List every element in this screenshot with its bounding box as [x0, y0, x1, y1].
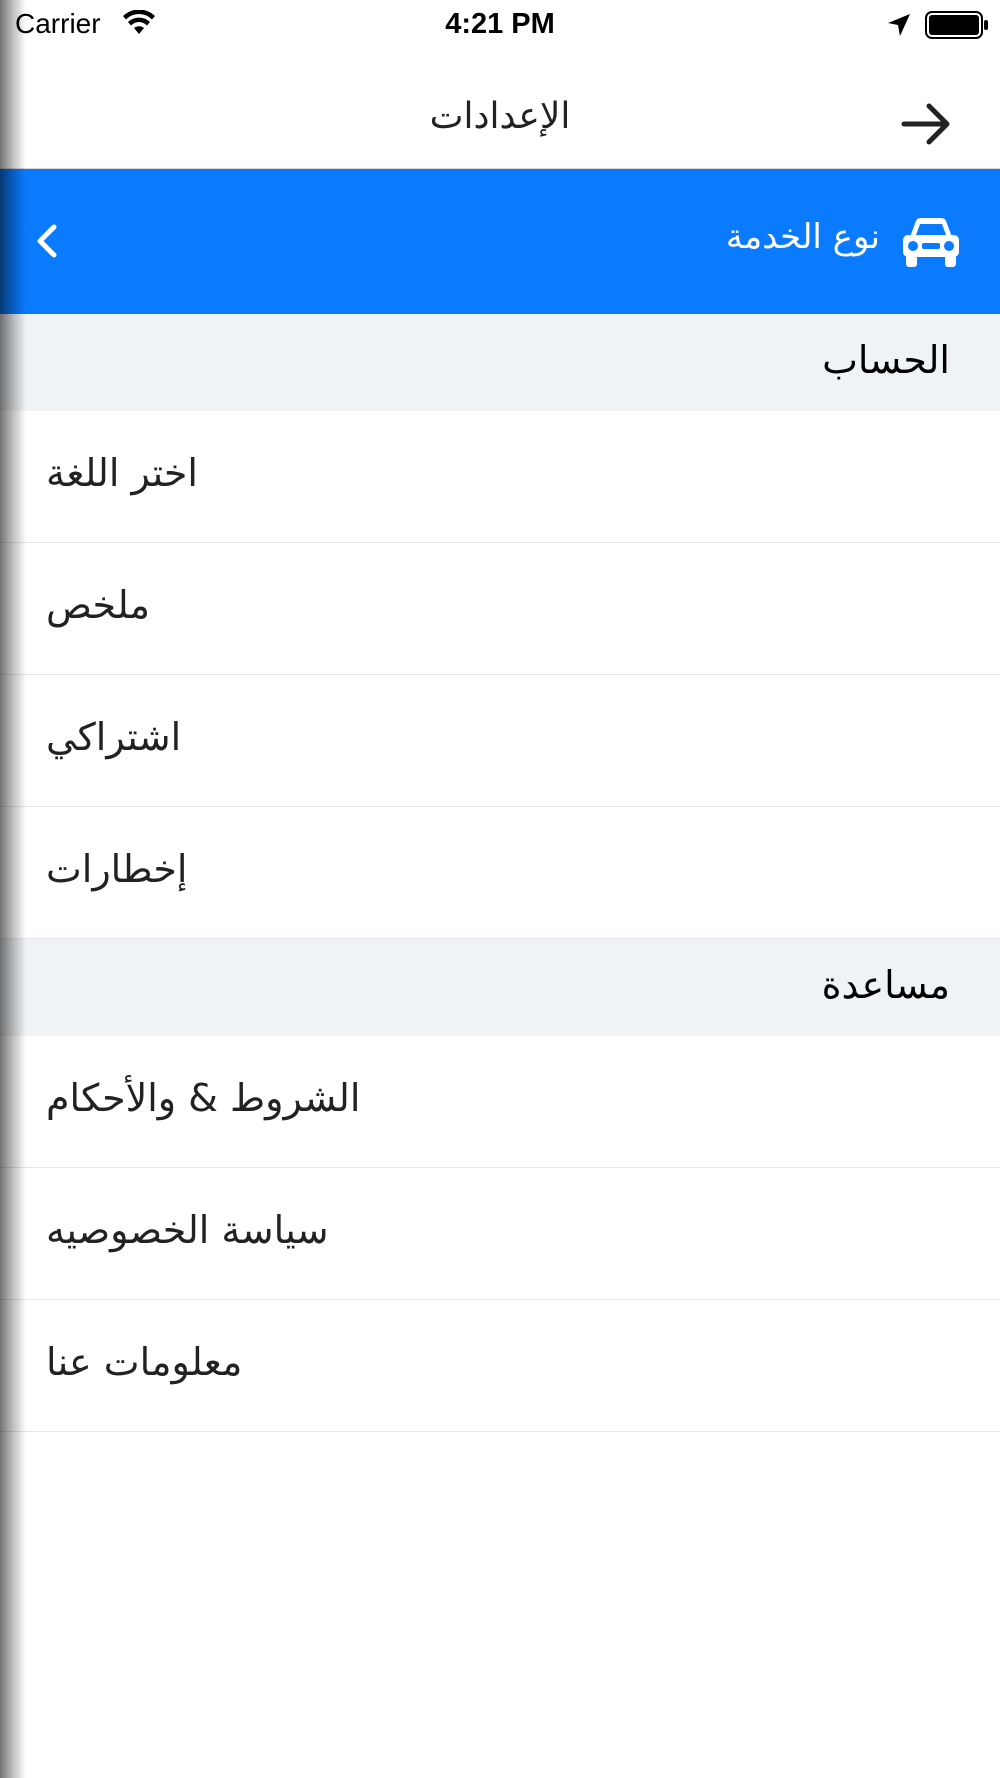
- list-item-label: إخطارات: [46, 847, 188, 891]
- list-item-language[interactable]: اختر اللغة: [0, 411, 1000, 543]
- service-type-banner[interactable]: نوع الخدمة: [0, 169, 1000, 314]
- status-time: 4:21 PM: [445, 8, 555, 40]
- list-item-label: اشتراكي: [46, 715, 182, 759]
- forward-button[interactable]: [896, 94, 956, 154]
- location-icon: [888, 14, 910, 36]
- list-item-about[interactable]: معلومات عنا: [0, 1300, 1000, 1432]
- chevron-left-icon: [37, 224, 57, 258]
- settings-drawer: Carrier 4:21 PM الإعدادات نوع الخدمة الح…: [0, 0, 1000, 1778]
- car-icon: [903, 218, 959, 267]
- list-item-label: ملخص: [46, 583, 151, 627]
- battery-icon: [925, 11, 988, 39]
- list-item-profile[interactable]: ملخص: [0, 543, 1000, 675]
- settings-list: الحساب اختر اللغة ملخص اشتراكي إخطارات م…: [0, 314, 1000, 1432]
- section-title: الحساب: [822, 338, 950, 382]
- list-item-label: سياسة الخصوصيه: [46, 1208, 329, 1252]
- list-item-privacy[interactable]: سياسة الخصوصيه: [0, 1168, 1000, 1300]
- service-type-label: نوع الخدمة: [725, 217, 880, 257]
- screen: Carrier 4:21 PM الإعدادات نوع الخدمة الح…: [0, 0, 1000, 1778]
- arrow-right-icon: [901, 103, 950, 145]
- list-item-label: اختر اللغة: [46, 451, 198, 495]
- list-item-notifications[interactable]: إخطارات: [0, 807, 1000, 939]
- list-item-terms[interactable]: الشروط & والأحكام: [0, 1036, 1000, 1168]
- navigation-bar: الإعدادات: [0, 50, 1000, 169]
- status-bar: Carrier 4:21 PM: [0, 0, 1000, 50]
- section-header-help: مساعدة: [0, 939, 1000, 1036]
- list-item-label: الشروط & والأحكام: [46, 1076, 361, 1120]
- section-title: مساعدة: [821, 963, 950, 1007]
- list-item-subscription[interactable]: اشتراكي: [0, 675, 1000, 807]
- section-header-account: الحساب: [0, 314, 1000, 411]
- page-title: الإعدادات: [429, 96, 571, 137]
- list-item-label: معلومات عنا: [46, 1340, 243, 1384]
